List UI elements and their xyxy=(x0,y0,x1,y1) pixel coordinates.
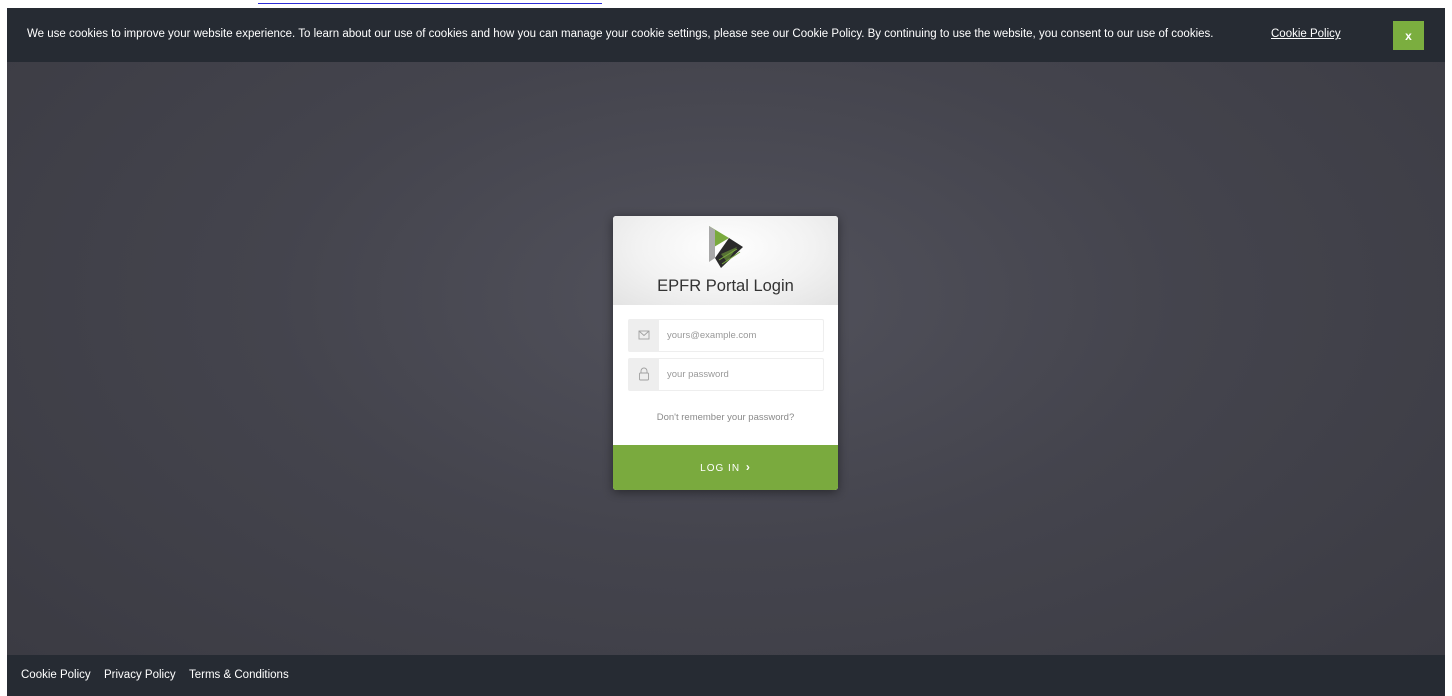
epfr-logo xyxy=(709,226,743,268)
cookie-policy-link[interactable]: Cookie Policy xyxy=(1271,28,1341,40)
password-input[interactable] xyxy=(667,366,817,382)
cookie-close-button[interactable]: x xyxy=(1393,21,1424,50)
footer-link-cookie-policy[interactable]: Cookie Policy xyxy=(21,669,91,681)
top-strip xyxy=(0,0,1452,8)
email-field xyxy=(628,319,824,352)
footer-link-privacy-policy[interactable]: Privacy Policy xyxy=(104,669,176,681)
page-background: We use cookies to improve your website e… xyxy=(7,8,1445,696)
login-title: EPFR Portal Login xyxy=(657,277,794,295)
lock-icon xyxy=(629,359,659,390)
chevron-right-icon: › xyxy=(745,460,751,474)
password-field xyxy=(628,358,824,391)
email-input[interactable] xyxy=(667,327,817,343)
login-card: EPFR Portal Login Don't remember your pa… xyxy=(613,216,838,490)
envelope-icon xyxy=(629,320,659,351)
cropped-link xyxy=(258,0,602,4)
login-button-label: LOG IN xyxy=(700,463,741,474)
login-header: EPFR Portal Login xyxy=(613,216,838,305)
forgot-password-link[interactable]: Don't remember your password? xyxy=(613,412,838,423)
cookie-banner: We use cookies to improve your website e… xyxy=(7,8,1445,62)
cookie-message: We use cookies to improve your website e… xyxy=(27,28,1214,40)
footer-link-terms[interactable]: Terms & Conditions xyxy=(189,669,289,681)
footer: Cookie Policy Privacy Policy Terms & Con… xyxy=(7,655,1445,696)
login-button[interactable]: LOG IN › xyxy=(613,445,838,490)
